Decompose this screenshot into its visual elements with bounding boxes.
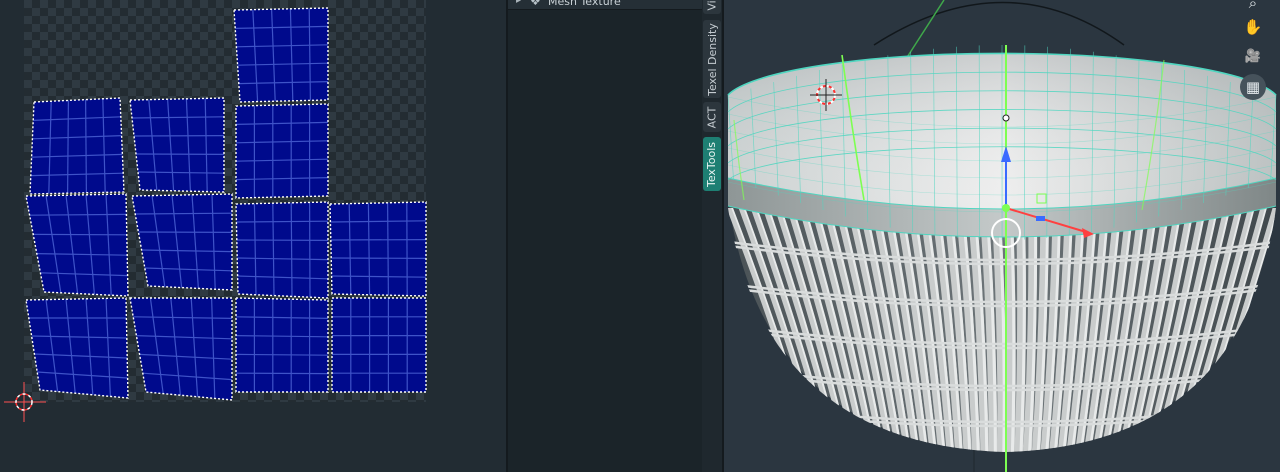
icon-glyph: ⌕ <box>1248 0 1258 12</box>
basket-mesh[interactable] <box>724 44 1280 472</box>
object-origin <box>1002 114 1010 122</box>
uv-island <box>131 193 233 291</box>
uv-island <box>329 201 427 297</box>
icon-glyph: ▦ <box>1245 78 1261 96</box>
uv-island <box>129 297 233 401</box>
uv-canvas[interactable] <box>0 0 508 472</box>
uv-island <box>235 297 329 393</box>
icon-glyph: 🎥 <box>1244 48 1262 64</box>
tab-view[interactable]: Vi <box>703 0 721 14</box>
hand-pan-icon[interactable]: ✋ <box>1240 14 1266 40</box>
mesh-icon: ❖ <box>530 0 541 8</box>
horizon-arc <box>873 1 1125 46</box>
uv-island <box>331 297 427 393</box>
tab-label: Vi <box>705 0 719 11</box>
camera-icon[interactable]: 🎥 <box>1240 43 1266 69</box>
tab-label: Texel Density <box>705 22 719 96</box>
blender-window: ▸ ❖ Mesh Texture ··· Vi Texel Density AC… <box>0 0 1280 472</box>
icon-glyph: ✋ <box>1243 18 1263 36</box>
mesh-texture-panel-header[interactable]: ▸ ❖ Mesh Texture ··· <box>508 0 702 10</box>
y-axis-line <box>903 0 945 63</box>
viewport-canvas[interactable] <box>724 0 1280 472</box>
sidebar-tabs: Vi Texel Density ACT TexTools <box>702 0 722 472</box>
expand-arrow-icon[interactable]: ▸ <box>516 0 521 6</box>
uv-editor[interactable] <box>0 0 508 472</box>
uv-island <box>25 297 129 399</box>
uv-island <box>129 97 225 193</box>
tab-label: TexTools <box>705 141 719 187</box>
3d-viewport[interactable]: ⌕ ✋ 🎥 ▦ <box>724 0 1280 472</box>
tab-label: ACT <box>705 106 719 128</box>
uv-island <box>235 201 329 299</box>
uv-island <box>233 7 329 103</box>
uv-island <box>235 103 329 199</box>
gizmo-origin <box>1002 204 1010 212</box>
tab-textools[interactable]: TexTools <box>703 137 721 191</box>
grid-icon[interactable]: ▦ <box>1240 74 1266 100</box>
drag-handle-icon[interactable]: ··· <box>680 0 694 6</box>
uv-island <box>29 97 125 195</box>
tab-act[interactable]: ACT <box>703 102 721 132</box>
gizmo-plane-handle <box>1036 216 1045 221</box>
sidebar-panel: ▸ ❖ Mesh Texture ··· <box>508 0 702 472</box>
panel-title: Mesh Texture <box>548 0 621 8</box>
tab-texel-density[interactable]: Texel Density <box>703 20 721 98</box>
uv-island <box>25 193 129 297</box>
